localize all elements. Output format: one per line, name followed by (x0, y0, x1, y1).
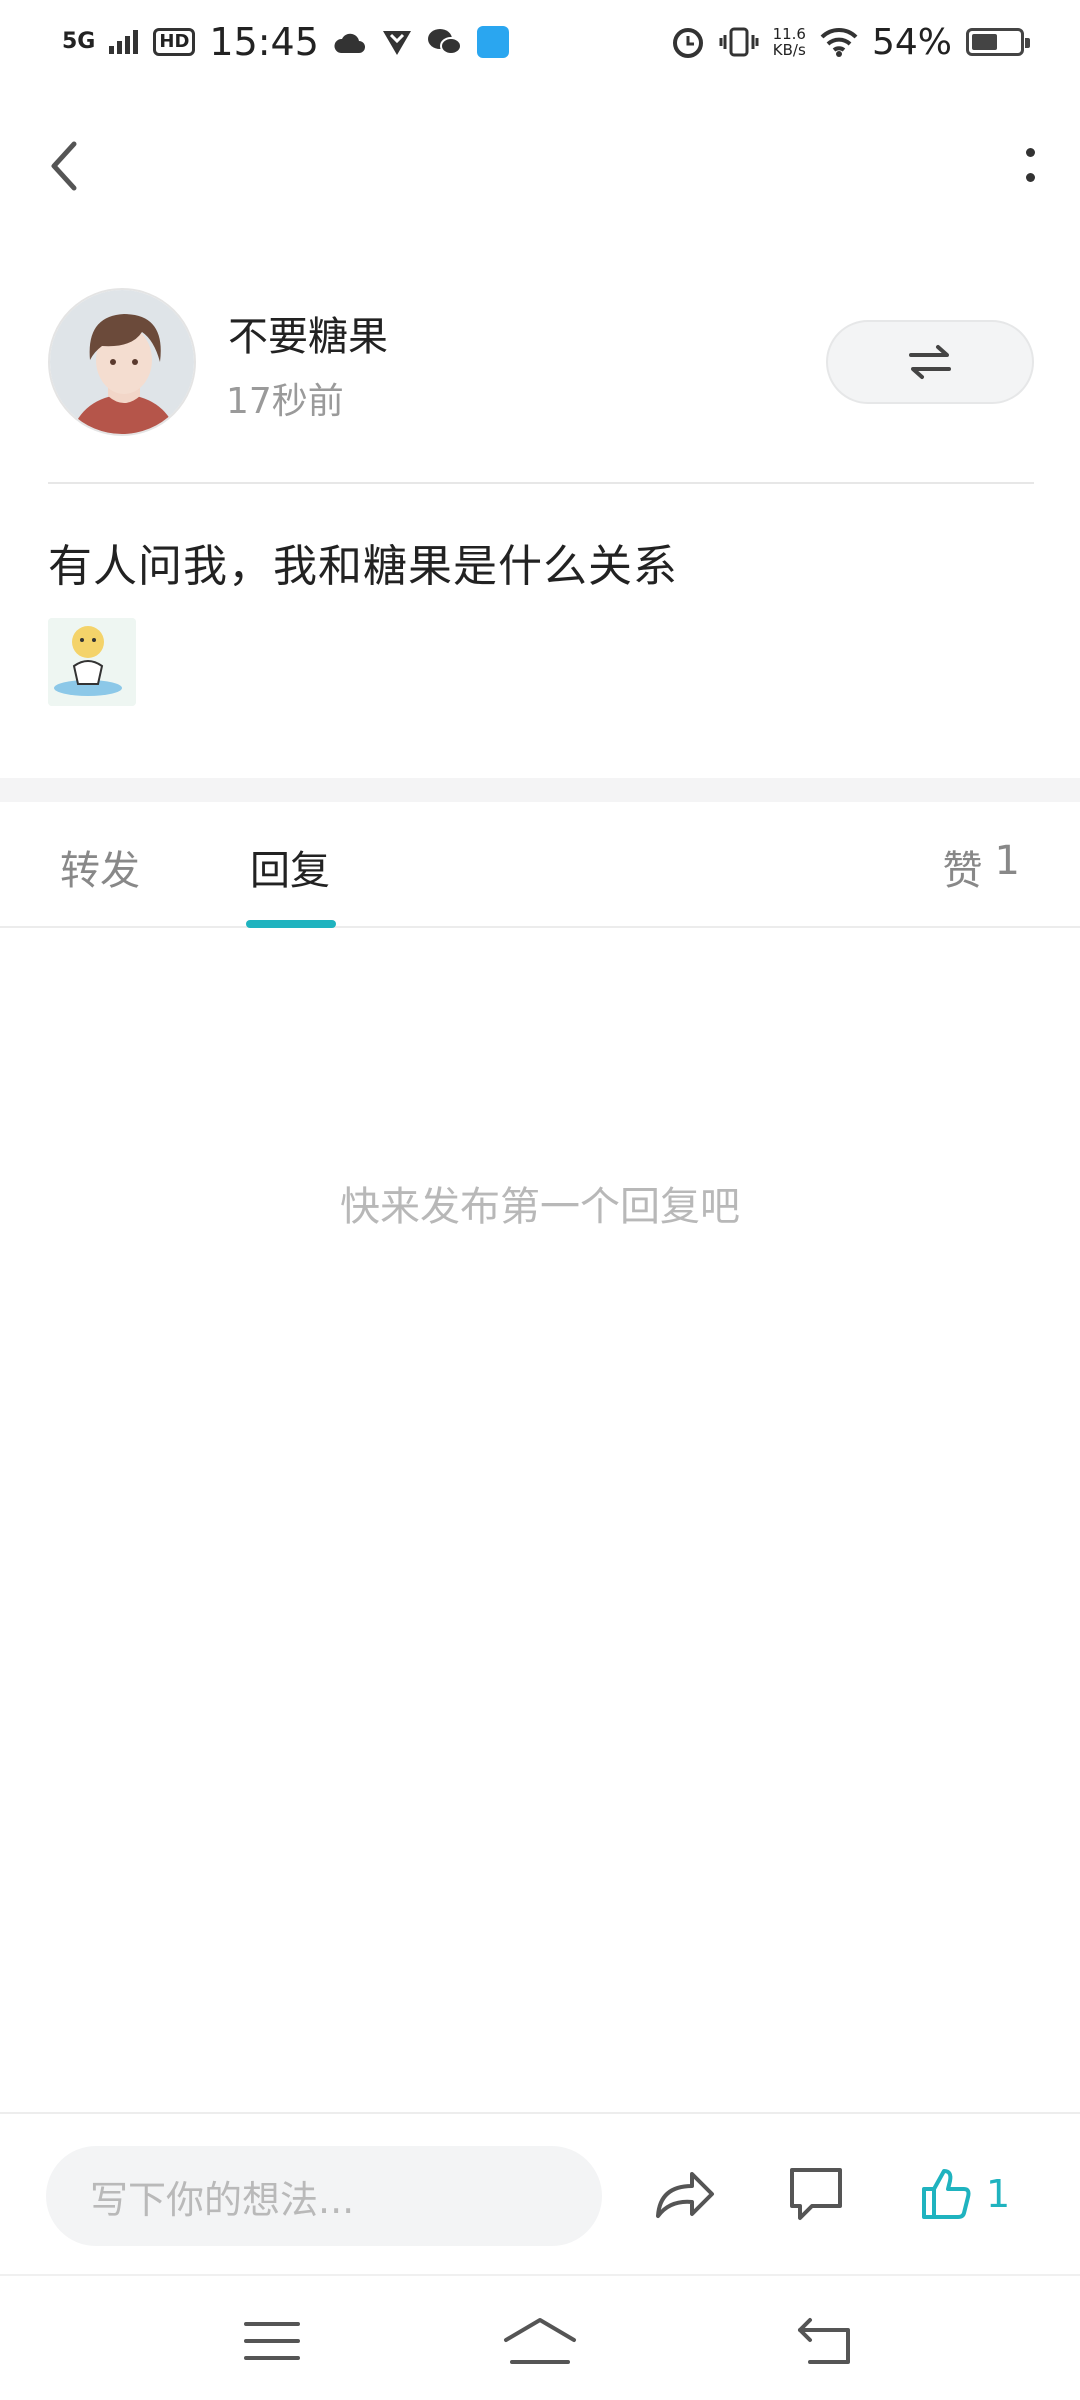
active-tab-indicator (246, 920, 336, 928)
post-time: 17秒前 (226, 381, 344, 422)
hd-badge: HD (153, 28, 196, 56)
tab-reply[interactable]: 回复 (250, 838, 330, 896)
status-right: 11.6 KB/s 54% (671, 21, 1030, 63)
tab-likes-count: 1 (994, 838, 1020, 884)
bottom-action-bar: 写下你的想法... 1 (0, 2112, 1080, 2274)
tab-bar: 转发 回复 赞 1 (0, 802, 1080, 928)
battery-percent: 54% (871, 21, 952, 63)
like-button[interactable]: 1 (920, 2152, 1010, 2236)
status-bar: 5G HD 15:45 11.6 KB/s 54% (0, 0, 1080, 84)
net-speed-unit: KB/s (772, 41, 806, 59)
more-dot (1025, 148, 1035, 157)
system-back-icon[interactable] (796, 2316, 856, 2366)
wifi-icon (820, 27, 858, 57)
post-content: 有人问我，我和糖果是什么关系 (48, 541, 678, 592)
net-speed-value: 11.6 (772, 25, 806, 43)
comment-input-placeholder: 写下你的想法... (90, 2177, 355, 2222)
thumbs-up-icon (922, 2169, 971, 2219)
swap-arrows-icon (909, 345, 951, 379)
more-options-icon[interactable] (1018, 140, 1042, 190)
comment-icon[interactable] (780, 2158, 852, 2230)
avatar[interactable] (48, 288, 196, 436)
empty-replies-hint: 快来发布第一个回复吧 (340, 1184, 740, 1230)
like-count: 1 (986, 2172, 1011, 2216)
home-icon[interactable] (502, 2316, 578, 2366)
battery-level-fill (972, 34, 997, 50)
section-separator (0, 778, 1080, 802)
signal-bars-icon (109, 30, 139, 54)
share-icon[interactable] (648, 2158, 720, 2230)
alarm-icon (672, 28, 703, 58)
author-name[interactable]: 不要糖果 (228, 304, 388, 362)
top-nav (0, 110, 1080, 220)
swap-button[interactable] (826, 320, 1034, 404)
menu-icon[interactable] (242, 2316, 302, 2366)
battery-icon (966, 28, 1030, 56)
app-notification-icon (476, 26, 509, 58)
back-arrow-icon[interactable] (44, 138, 84, 194)
signal-5g-label: 5G (62, 29, 96, 54)
tab-forward[interactable]: 转发 (60, 838, 140, 896)
post-image-thumbnail[interactable] (48, 618, 136, 706)
sticker-image (48, 618, 136, 706)
heart-shield-icon (382, 31, 411, 55)
system-navigation-bar (0, 2274, 1080, 2400)
cloud-icon (334, 33, 365, 53)
post-author-row: 不要糖果 17秒前 (48, 288, 1034, 436)
tab-likes-label: 赞 (942, 848, 983, 894)
status-left: 5G HD 15:45 (62, 20, 509, 64)
comment-input[interactable]: 写下你的想法... (46, 2146, 602, 2246)
tab-likes[interactable]: 赞 1 (943, 838, 1020, 896)
avatar-illustration (50, 290, 194, 434)
clock: 15:45 (209, 20, 319, 64)
wechat-icon (427, 29, 462, 55)
more-dot (1025, 173, 1035, 182)
divider (48, 482, 1034, 484)
vibrate-icon (719, 27, 759, 57)
net-speed: 11.6 KB/s (773, 26, 806, 58)
